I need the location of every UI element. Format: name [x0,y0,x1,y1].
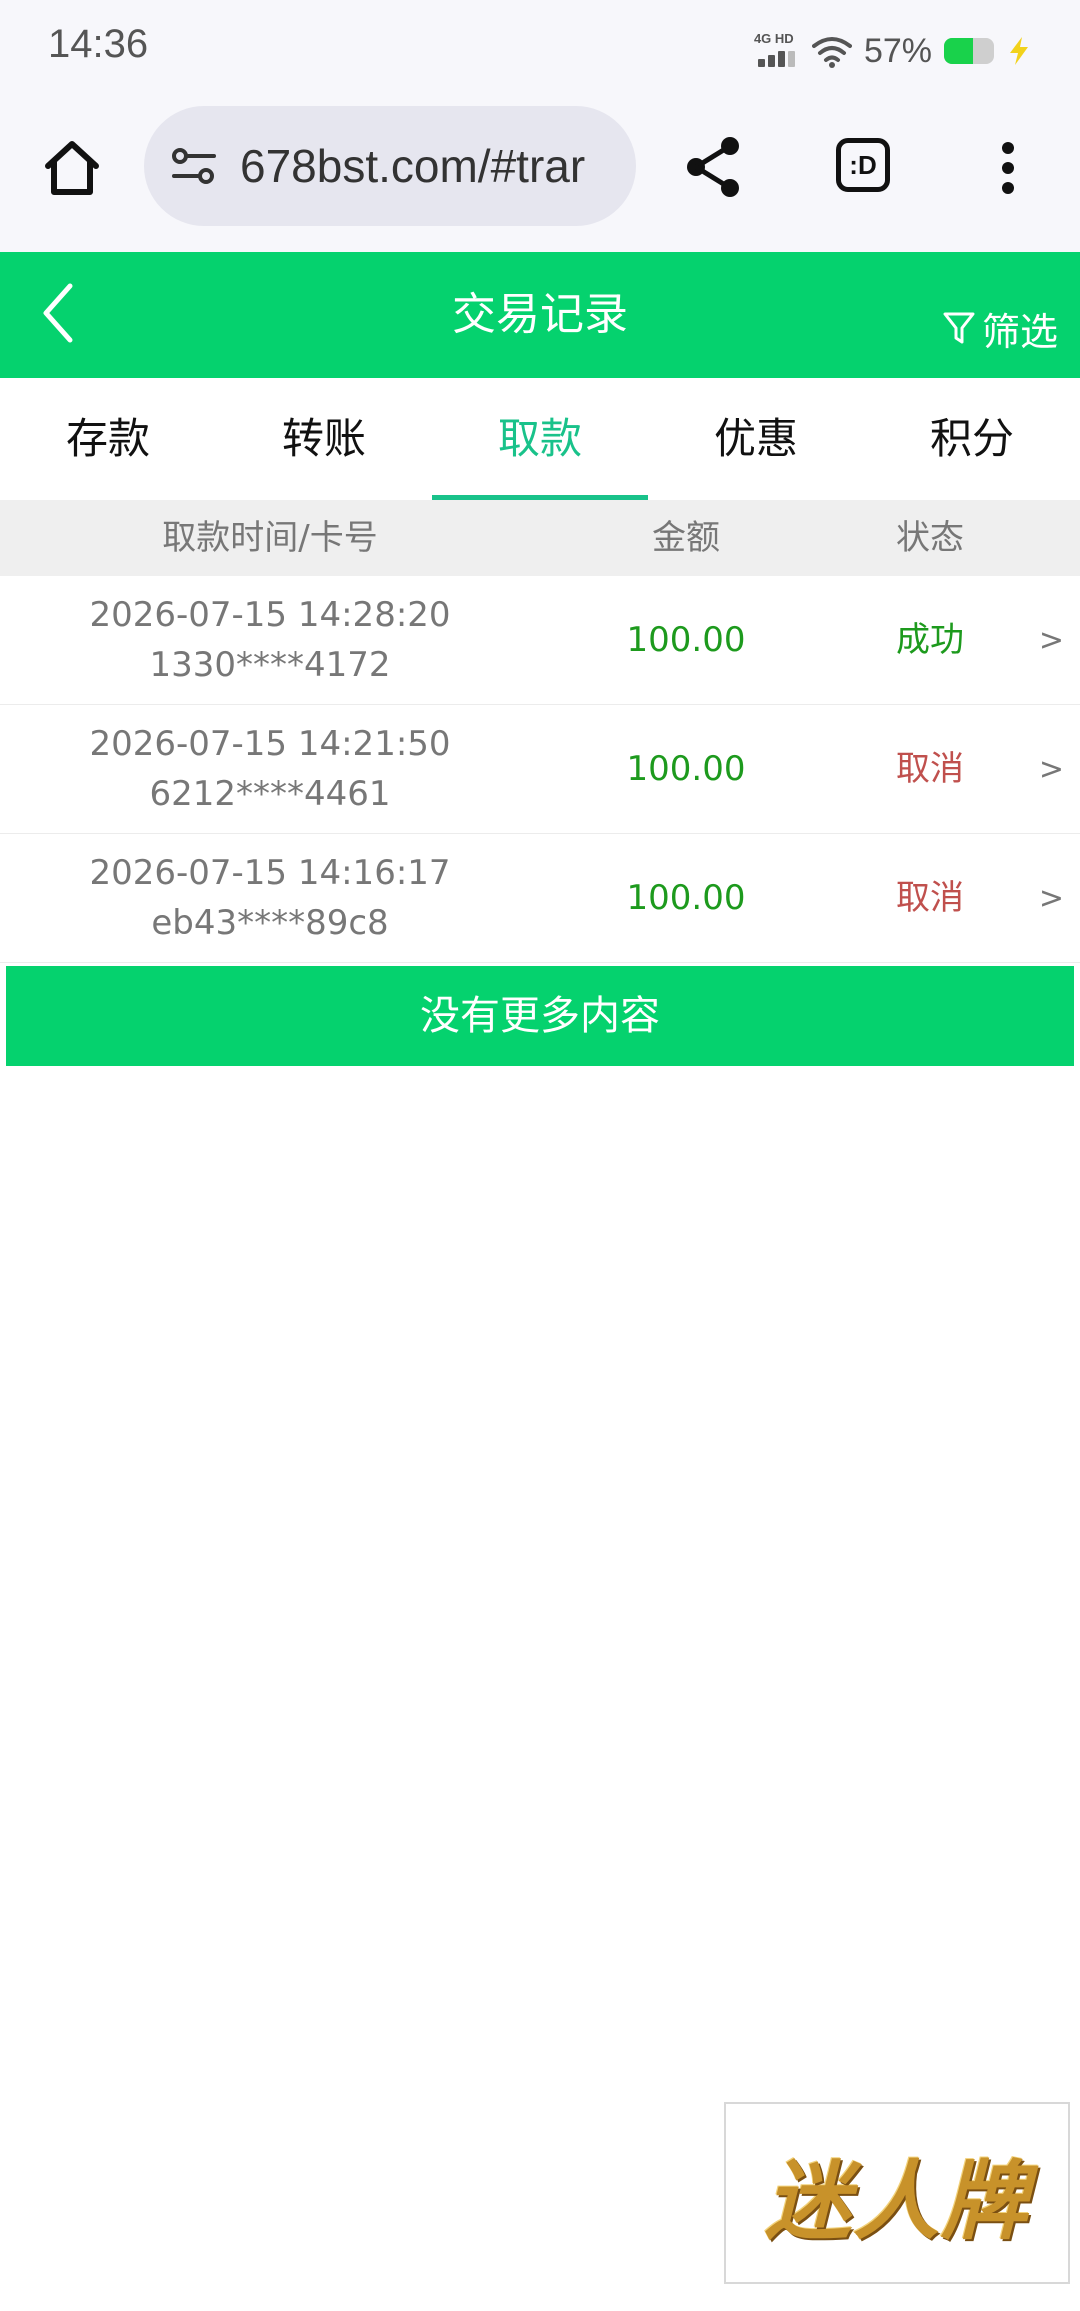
page: 14:36 4G HD 57% 678bst.com/#trar:D 交易记录… [0,0,1080,2311]
row-card-number: 1330****4172 [149,645,391,685]
table-row[interactable]: 2026-07-15 14:16:17 eb43****89c8 100.00 … [0,834,1080,963]
address-bar[interactable]: 678bst.com/#trar [144,106,636,226]
tab-promotion[interactable]: 优惠 [648,378,864,500]
logo-text: 迷人牌 [765,2150,1029,2252]
brand-logo: 迷人牌 [724,2102,1070,2284]
row-datetime: 2026-07-15 14:21:50 [89,724,451,764]
chevron-right-icon[interactable]: > [1039,834,1064,963]
column-header-status: 状态 [896,518,964,558]
table-row[interactable]: 2026-07-15 14:28:20 1330****4172 100.00 … [0,576,1080,705]
row-datetime: 2026-07-15 14:28:20 [89,595,451,635]
tab-points[interactable]: 积分 [864,378,1080,500]
row-card-number: eb43****89c8 [151,903,389,943]
time-card-cell: 2026-07-15 14:28:20 1330****4172 [60,590,480,690]
page-title: 交易记录 [452,289,628,340]
status-bar: 14:36 4G HD 57% [0,0,1080,100]
no-more-content-bar: 没有更多内容 [6,966,1074,1066]
tab-bar: 存款 转账 取款 优惠 积分 [0,378,1080,500]
table-row[interactable]: 2026-07-15 14:21:50 6212****4461 100.00 … [0,705,1080,834]
row-amount: 100.00 [626,620,746,660]
filter-label: 筛选 [981,309,1058,354]
status-time: 14:36 [48,22,149,66]
charging-bolt-icon [1010,37,1028,65]
tab-withdraw[interactable]: 取款 [432,378,648,500]
tab-deposit[interactable]: 存款 [0,378,216,500]
filter-icon [943,312,975,344]
network-label: 4G HD [753,31,794,46]
tab-switcher-icon[interactable]: :D [836,138,890,192]
battery-icon [944,38,994,64]
table-header: 取款时间/卡号 金额 状态 [0,500,1080,576]
row-status: 取消 [896,878,964,918]
row-amount: 100.00 [626,878,746,918]
cellular-signal-icon: 4G HD [750,31,800,71]
status-icons: 4G HD 57% [750,26,1032,76]
row-status: 成功 [896,620,964,660]
app-header: 交易记录 筛选 [0,252,1080,378]
chevron-right-icon[interactable]: > [1039,705,1064,834]
home-icon[interactable] [40,136,104,200]
chevron-right-icon[interactable]: > [1039,576,1064,705]
url-text[interactable]: 678bst.com/#trar [240,139,610,193]
tab-transfer[interactable]: 转账 [216,378,432,500]
site-settings-icon[interactable] [170,146,218,186]
more-menu-icon[interactable] [996,140,1020,196]
time-card-cell: 2026-07-15 14:21:50 6212****4461 [60,719,480,819]
wifi-icon [811,37,852,68]
battery-percent: 57% [863,31,932,70]
column-header-amount: 金额 [652,518,720,558]
back-arrow-icon[interactable] [36,278,84,348]
column-header-time-card: 取款时间/卡号 [162,518,378,558]
browser-toolbar: 678bst.com/#trar :D [0,100,1080,252]
row-card-number: 6212****4461 [149,774,391,814]
share-icon[interactable] [684,134,744,200]
row-amount: 100.00 [626,749,746,789]
filter-button[interactable]: 筛选 [942,300,1058,356]
row-status: 取消 [896,749,964,789]
battery-level-fill [944,38,973,64]
row-datetime: 2026-07-15 14:16:17 [89,853,451,893]
time-card-cell: 2026-07-15 14:16:17 eb43****89c8 [60,848,480,948]
record-list: 2026-07-15 14:28:20 1330****4172 100.00 … [0,576,1080,963]
